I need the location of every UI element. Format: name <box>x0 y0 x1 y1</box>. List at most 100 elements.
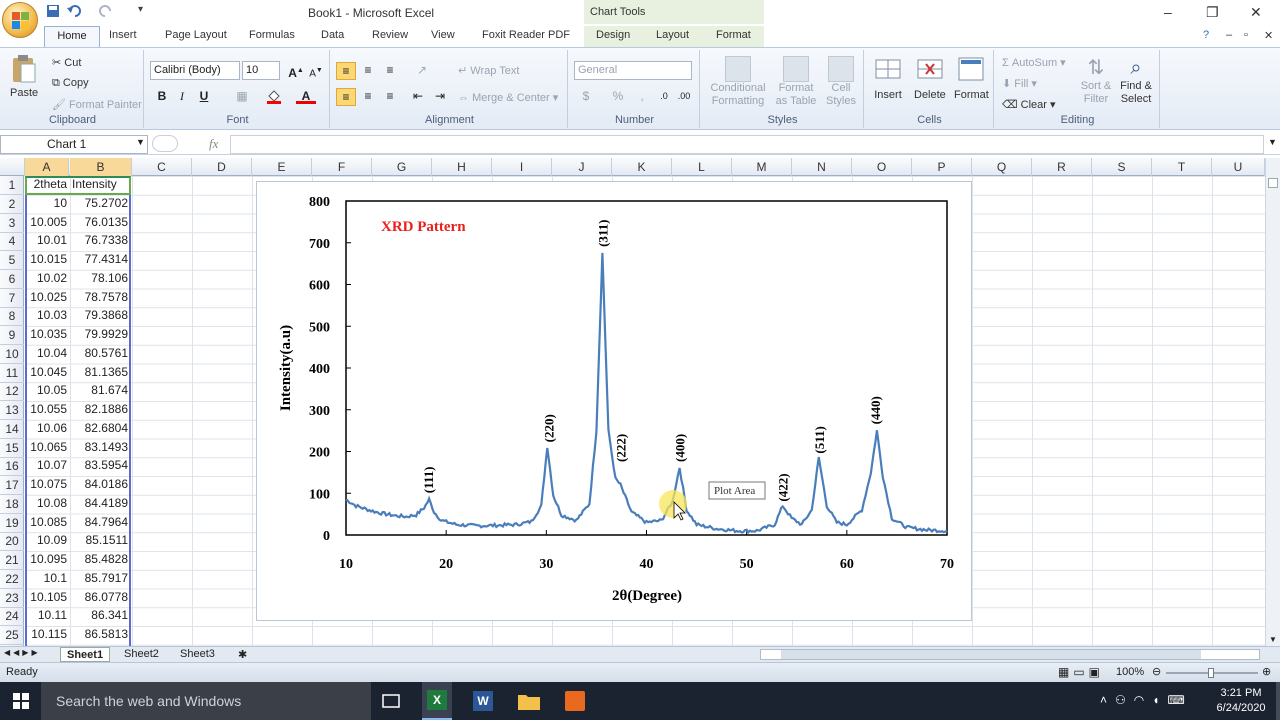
delete-cells-button[interactable]: Delete <box>914 56 946 101</box>
row-header[interactable]: 24 <box>0 607 24 627</box>
orientation-icon[interactable]: ↗ <box>412 62 432 80</box>
scroll-thumb[interactable] <box>1268 178 1278 188</box>
decrease-decimal-icon[interactable]: .00 <box>674 88 694 106</box>
cell-styles-button[interactable]: Cell Styles <box>822 56 860 108</box>
increase-indent-icon[interactable]: ⇥ <box>430 88 450 106</box>
chart-object[interactable]: 0 100 200 300 400 500 600 700 800 10 20 30 40 50 60 70… <box>256 181 972 621</box>
customize-qat-icon[interactable]: ▾ <box>138 4 143 20</box>
col-header-b[interactable]: B <box>70 158 132 176</box>
tab-home[interactable]: Home <box>44 26 100 47</box>
expand-formula-icon[interactable]: ▼ <box>1268 137 1277 147</box>
sheet-tab-2[interactable]: Sheet2 <box>118 647 165 662</box>
tab-review[interactable]: Review <box>372 29 408 41</box>
peak-label[interactable]: (422) <box>776 473 791 501</box>
tab-insert[interactable]: Insert <box>109 29 137 41</box>
row-header[interactable]: 1 <box>0 176 24 195</box>
col-header-n[interactable]: N <box>792 158 852 176</box>
autosum-button[interactable]: Σ AutoSum ▾ <box>1002 56 1066 69</box>
cut-button[interactable]: ✂ Cut <box>52 56 81 69</box>
sort-filter-button[interactable]: ⇅ Sort & Filter <box>1078 56 1114 106</box>
tab-data[interactable]: Data <box>321 29 344 41</box>
office-button[interactable] <box>2 2 38 38</box>
row-header[interactable]: 14 <box>0 420 24 439</box>
zoom-level[interactable]: 100% <box>1116 666 1144 678</box>
align-center-icon[interactable]: ≡ <box>358 88 378 106</box>
ribbon-close-icon[interactable]: ✕ <box>1264 29 1273 42</box>
row-header[interactable]: 25 <box>0 626 24 645</box>
row-header[interactable]: 2 <box>0 195 24 214</box>
row-header[interactable]: 8 <box>0 307 24 327</box>
paste-button[interactable]: Paste <box>10 54 38 99</box>
row-header[interactable]: 11 <box>0 364 24 383</box>
tab-page-layout[interactable]: Page Layout <box>165 29 227 41</box>
select-all-corner[interactable] <box>0 158 25 176</box>
align-middle-icon[interactable]: ≡ <box>358 62 378 80</box>
task-view-icon[interactable] <box>378 688 404 714</box>
row-header[interactable]: 22 <box>0 570 24 589</box>
peak-label[interactable]: (311) <box>595 219 610 246</box>
redo-icon[interactable] <box>98 4 114 20</box>
percent-button[interactable]: % <box>608 88 628 106</box>
col-header-i[interactable]: I <box>492 158 552 176</box>
col-header-j[interactable]: J <box>552 158 612 176</box>
insert-cells-button[interactable]: Insert <box>874 56 902 101</box>
peak-label[interactable]: (440) <box>868 396 883 424</box>
sheet-tab-3[interactable]: Sheet3 <box>174 647 221 662</box>
col-header-c[interactable]: C <box>132 158 192 176</box>
tab-view[interactable]: View <box>431 29 455 41</box>
col-header-d[interactable]: D <box>192 158 252 176</box>
row-header[interactable]: 12 <box>0 382 24 402</box>
copy-button[interactable]: ⧉ Copy <box>52 77 89 90</box>
row-header[interactable]: 19 <box>0 514 24 533</box>
chart-title[interactable]: XRD Pattern <box>381 219 466 235</box>
scroll-down-icon[interactable]: ▼ <box>1269 635 1277 644</box>
x-axis-label[interactable]: 2θ(Degree) <box>612 588 682 604</box>
y-axis-label[interactable]: Intensity(a.u) <box>278 325 294 411</box>
system-tray-icons[interactable]: ˄⚇◠◖⌨ <box>1100 693 1193 707</box>
col-header-a[interactable]: A <box>25 158 69 176</box>
align-top-icon[interactable]: ≡ <box>336 62 356 80</box>
fill-button[interactable]: ⬇ Fill ▾ <box>1002 77 1037 90</box>
vertical-scrollbar[interactable]: ▼ <box>1265 158 1280 646</box>
col-header-o[interactable]: O <box>852 158 912 176</box>
col-header-m[interactable]: M <box>732 158 792 176</box>
peak-label[interactable]: (222) <box>613 434 628 462</box>
align-bottom-icon[interactable]: ≡ <box>380 62 400 80</box>
peak-label[interactable]: (511) <box>812 426 827 453</box>
col-header-s[interactable]: S <box>1092 158 1152 176</box>
file-explorer-button[interactable] <box>516 688 542 714</box>
insert-sheet-icon[interactable]: ✱ <box>232 647 253 662</box>
font-size-select[interactable]: 10 <box>242 61 280 80</box>
col-header-f[interactable]: F <box>312 158 372 176</box>
tab-design[interactable]: Design <box>596 29 630 41</box>
h-scroll-thumb[interactable] <box>781 650 1201 659</box>
col-header-u[interactable]: U <box>1212 158 1265 176</box>
help-icon[interactable]: ? <box>1203 29 1209 41</box>
font-name-select[interactable]: Calibri (Body) <box>150 61 240 80</box>
col-header-h[interactable]: H <box>432 158 492 176</box>
format-painter-button[interactable]: 🖌 Format Painter <box>52 98 142 111</box>
ribbon-minimize-icon[interactable]: – <box>1226 29 1232 41</box>
font-color-icon[interactable]: A <box>296 88 316 106</box>
row-header[interactable]: 15 <box>0 439 24 458</box>
col-header-p[interactable]: P <box>912 158 972 176</box>
row-header[interactable]: 4 <box>0 232 24 252</box>
close-button[interactable]: ✕ <box>1250 4 1262 21</box>
row-header[interactable]: 10 <box>0 345 24 364</box>
save-icon[interactable] <box>46 4 60 20</box>
tab-foxit[interactable]: Foxit Reader PDF <box>482 29 570 41</box>
merge-center-button[interactable]: ⇔ Merge & Center ▾ <box>458 91 558 104</box>
zoom-in-icon[interactable]: ⊕ <box>1262 665 1271 678</box>
view-buttons[interactable]: ▦▭▣ <box>1058 665 1104 679</box>
ribbon-restore-icon[interactable]: ▫ <box>1244 29 1248 41</box>
name-box[interactable]: Chart 1 <box>0 135 148 154</box>
cancel-enter-toggle[interactable] <box>152 135 178 152</box>
row-header[interactable]: 6 <box>0 270 24 289</box>
borders-icon[interactable]: ▦ <box>232 88 252 106</box>
col-header-q[interactable]: Q <box>972 158 1032 176</box>
row-header[interactable]: 16 <box>0 457 24 477</box>
row-header[interactable]: 3 <box>0 214 24 233</box>
find-select-button[interactable]: ⌕ Find & Select <box>1116 56 1156 106</box>
windows-start-icon[interactable] <box>13 693 29 709</box>
row-header[interactable]: 17 <box>0 476 24 495</box>
